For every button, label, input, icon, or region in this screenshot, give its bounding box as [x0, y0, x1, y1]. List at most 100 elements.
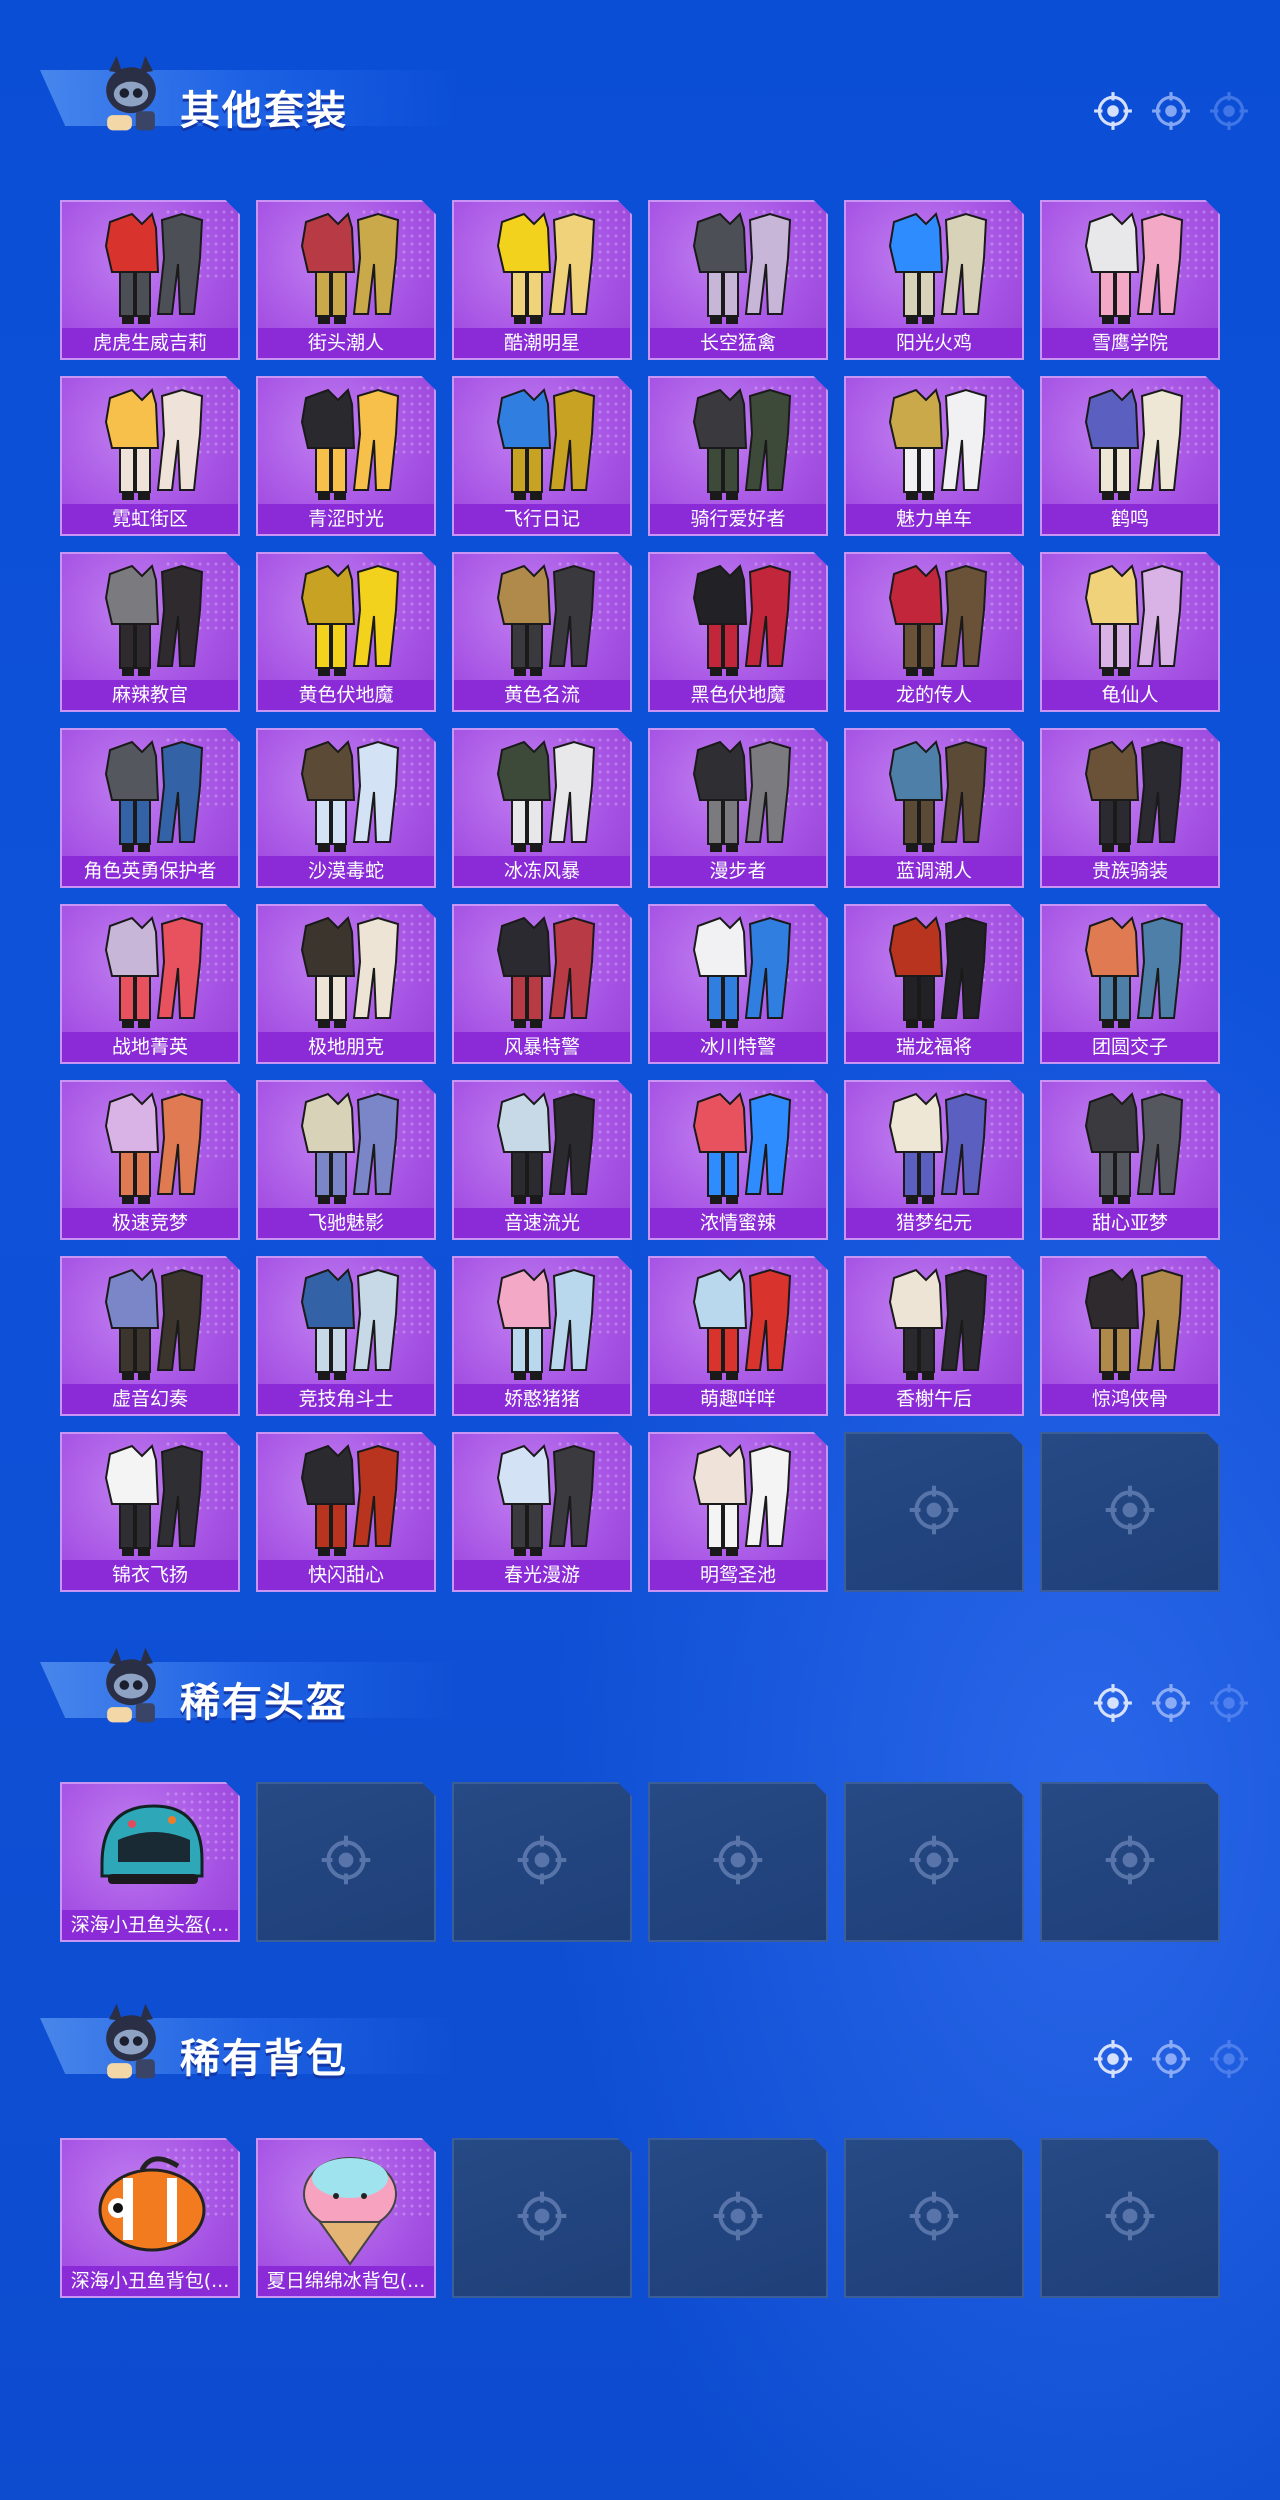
item-card[interactable]: 鹤鸣 — [1040, 376, 1220, 536]
item-card[interactable]: 明鸳圣池 — [648, 1432, 828, 1592]
empty-slot[interactable] — [844, 1782, 1024, 1942]
item-card[interactable]: 青涩时光 — [256, 376, 436, 536]
item-card[interactable]: 黑色伏地魔 — [648, 552, 828, 712]
item-label: 角色英勇保护者 — [62, 856, 238, 886]
item-label: 浓情蜜辣 — [650, 1208, 826, 1238]
item-card[interactable]: 深海小丑鱼头盔(... — [60, 1782, 240, 1942]
item-label: 黄色名流 — [454, 680, 630, 710]
item-card[interactable]: 龟仙人 — [1040, 552, 1220, 712]
crosshair-icon — [907, 1833, 961, 1891]
empty-slot[interactable] — [452, 1782, 632, 1942]
item-card[interactable]: 香榭午后 — [844, 1256, 1024, 1416]
item-card[interactable]: 蓝调潮人 — [844, 728, 1024, 888]
item-card[interactable]: 角色英勇保护者 — [60, 728, 240, 888]
item-label: 龟仙人 — [1042, 680, 1218, 710]
crosshair-icon — [515, 2189, 569, 2247]
item-grid: 深海小丑鱼头盔(... — [60, 1782, 1220, 1942]
item-label: 虎虎生威吉莉 — [62, 328, 238, 358]
empty-slot[interactable] — [1040, 2138, 1220, 2298]
item-label: 魅力单车 — [846, 504, 1022, 534]
item-label: 猎梦纪元 — [846, 1208, 1022, 1238]
empty-slot[interactable] — [648, 1782, 828, 1942]
item-label: 虚音幻奏 — [62, 1384, 238, 1414]
item-card[interactable]: 骑行爱好者 — [648, 376, 828, 536]
item-card[interactable]: 竞技角斗士 — [256, 1256, 436, 1416]
item-label: 甜心亚梦 — [1042, 1208, 1218, 1238]
item-card[interactable]: 飞驰魅影 — [256, 1080, 436, 1240]
item-card[interactable]: 猎梦纪元 — [844, 1080, 1024, 1240]
empty-slot[interactable] — [844, 2138, 1024, 2298]
item-label: 快闪甜心 — [258, 1560, 434, 1590]
item-card[interactable]: 浓情蜜辣 — [648, 1080, 828, 1240]
item-card[interactable]: 娇憨猪猪 — [452, 1256, 632, 1416]
crosshair-icon — [711, 1833, 765, 1891]
item-card[interactable]: 虚音幻奏 — [60, 1256, 240, 1416]
item-label: 惊鸿侠骨 — [1042, 1384, 1218, 1414]
item-label: 冰川特警 — [650, 1032, 826, 1062]
item-label: 飞驰魅影 — [258, 1208, 434, 1238]
empty-slot[interactable] — [844, 1432, 1024, 1592]
empty-slot[interactable] — [648, 2138, 828, 2298]
crosshair-icon — [1103, 2189, 1157, 2247]
item-card[interactable]: 街头潮人 — [256, 200, 436, 360]
item-card[interactable]: 瑞龙福将 — [844, 904, 1024, 1064]
item-card[interactable]: 快闪甜心 — [256, 1432, 436, 1592]
item-card[interactable]: 飞行日记 — [452, 376, 632, 536]
item-label: 音速流光 — [454, 1208, 630, 1238]
item-card[interactable]: 龙的传人 — [844, 552, 1024, 712]
item-card[interactable]: 黄色伏地魔 — [256, 552, 436, 712]
item-card[interactable]: 春光漫游 — [452, 1432, 632, 1592]
item-card[interactable]: 夏日绵绵冰背包(... — [256, 2138, 436, 2298]
item-card[interactable]: 甜心亚梦 — [1040, 1080, 1220, 1240]
item-card[interactable]: 极地朋克 — [256, 904, 436, 1064]
empty-slot[interactable] — [1040, 1782, 1220, 1942]
item-card[interactable]: 长空猛禽 — [648, 200, 828, 360]
item-label: 深海小丑鱼背包(... — [62, 2266, 238, 2296]
item-card[interactable]: 团圆交子 — [1040, 904, 1220, 1064]
item-card[interactable]: 阳光火鸡 — [844, 200, 1024, 360]
crosshair-icon — [907, 2189, 961, 2247]
item-card[interactable]: 麻辣教官 — [60, 552, 240, 712]
item-card[interactable]: 冰川特警 — [648, 904, 828, 1064]
item-card[interactable]: 萌趣咩咩 — [648, 1256, 828, 1416]
item-label: 街头潮人 — [258, 328, 434, 358]
item-card[interactable]: 雪鹰学院 — [1040, 200, 1220, 360]
crosshair-icon — [1092, 90, 1134, 136]
item-card[interactable]: 风暴特警 — [452, 904, 632, 1064]
item-label: 战地菁英 — [62, 1032, 238, 1062]
item-card[interactable]: 黄色名流 — [452, 552, 632, 712]
item-label: 团圆交子 — [1042, 1032, 1218, 1062]
section-title: 稀有背包 — [180, 2036, 348, 2082]
empty-slot[interactable] — [452, 2138, 632, 2298]
item-label: 极地朋克 — [258, 1032, 434, 1062]
item-card[interactable]: 惊鸿侠骨 — [1040, 1256, 1220, 1416]
item-card[interactable]: 沙漠毒蛇 — [256, 728, 436, 888]
mascot-icon — [88, 52, 174, 138]
item-card[interactable]: 贵族骑装 — [1040, 728, 1220, 888]
item-card[interactable]: 战地菁英 — [60, 904, 240, 1064]
item-card[interactable]: 冰冻风暴 — [452, 728, 632, 888]
empty-slot[interactable] — [1040, 1432, 1220, 1592]
empty-slot[interactable] — [256, 1782, 436, 1942]
item-card[interactable]: 漫步者 — [648, 728, 828, 888]
item-label: 蓝调潮人 — [846, 856, 1022, 886]
item-grid: 深海小丑鱼背包(... 夏日绵绵冰背包(... — [60, 2138, 1220, 2298]
item-card[interactable]: 极速竞梦 — [60, 1080, 240, 1240]
item-card[interactable]: 深海小丑鱼背包(... — [60, 2138, 240, 2298]
item-label: 明鸳圣池 — [650, 1560, 826, 1590]
item-label: 冰冻风暴 — [454, 856, 630, 886]
header-decoration — [1092, 2038, 1250, 2084]
crosshair-icon — [319, 1833, 373, 1891]
item-card[interactable]: 虎虎生威吉莉 — [60, 200, 240, 360]
item-label: 风暴特警 — [454, 1032, 630, 1062]
item-label: 青涩时光 — [258, 504, 434, 534]
crosshair-icon — [907, 1483, 961, 1541]
crosshair-icon — [1103, 1483, 1157, 1541]
item-card[interactable]: 酷潮明星 — [452, 200, 632, 360]
crosshair-icon — [1208, 2038, 1250, 2084]
item-card[interactable]: 霓虹街区 — [60, 376, 240, 536]
item-card[interactable]: 音速流光 — [452, 1080, 632, 1240]
item-card[interactable]: 锦衣飞扬 — [60, 1432, 240, 1592]
item-card[interactable]: 魅力单车 — [844, 376, 1024, 536]
header-decoration — [1092, 90, 1250, 136]
